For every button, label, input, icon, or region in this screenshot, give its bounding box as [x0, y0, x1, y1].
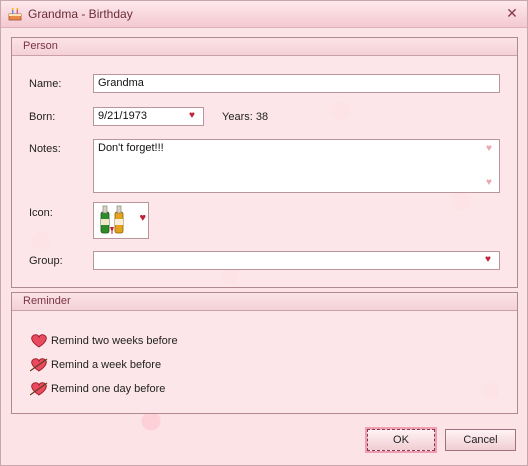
heart-arrow-icon [29, 381, 48, 397]
scroll-up-icon[interactable]: ♥ [486, 144, 496, 154]
reminder-two-weeks[interactable]: Remind two weeks before [30, 333, 178, 349]
reminder-label: Remind one day before [51, 383, 166, 395]
close-icon[interactable]: ✕ [505, 6, 519, 20]
icon-label: Icon: [29, 207, 53, 219]
born-date-value: 9/21/1973 [98, 110, 147, 122]
notes-label: Notes: [29, 143, 61, 155]
reminder-label: Remind two weeks before [51, 335, 178, 347]
champagne-icon [97, 205, 133, 238]
title-bar: Grandma - Birthday ✕ [1, 1, 527, 28]
reminder-group: Reminder Remind two weeks before Remind … [11, 292, 518, 414]
person-group-title: Person [12, 38, 517, 56]
born-date-picker[interactable]: 9/21/1973 ♥ [93, 107, 204, 126]
heart-icon: ♥ [139, 212, 146, 224]
born-label: Born: [29, 111, 56, 123]
notes-value: Don't forget!!! [98, 142, 164, 154]
ok-button[interactable]: OK [365, 427, 437, 453]
name-field[interactable]: Grandma [93, 74, 500, 93]
group-label: Group: [29, 255, 63, 267]
name-label: Name: [29, 78, 62, 90]
group-select[interactable]: ♥ [93, 251, 500, 270]
cake-icon [7, 6, 23, 22]
reminder-one-day[interactable]: Remind one day before [29, 381, 166, 397]
scroll-down-icon[interactable]: ♥ [486, 178, 496, 188]
heart-icon [30, 333, 48, 349]
heart-dropdown-icon[interactable]: ♥ [189, 111, 199, 121]
heart-arrow-icon [29, 357, 48, 373]
reminder-group-title: Reminder [12, 293, 517, 311]
reminder-label: Remind a week before [51, 359, 162, 371]
icon-picker[interactable]: ♥ [93, 202, 149, 239]
notes-field[interactable]: Don't forget!!! ♥ ♥ [93, 139, 500, 193]
years-text: Years: 38 [222, 111, 269, 123]
window-title: Grandma - Birthday [28, 7, 133, 21]
birthday-dialog: Grandma - Birthday ✕ Person Name: Grandm… [0, 0, 528, 466]
person-group: Person Name: Grandma Born: 9/21/1973 ♥ Y… [11, 37, 518, 288]
heart-dropdown-icon[interactable]: ♥ [485, 255, 495, 265]
reminder-week[interactable]: Remind a week before [29, 357, 162, 373]
cancel-button[interactable]: Cancel [445, 429, 516, 451]
